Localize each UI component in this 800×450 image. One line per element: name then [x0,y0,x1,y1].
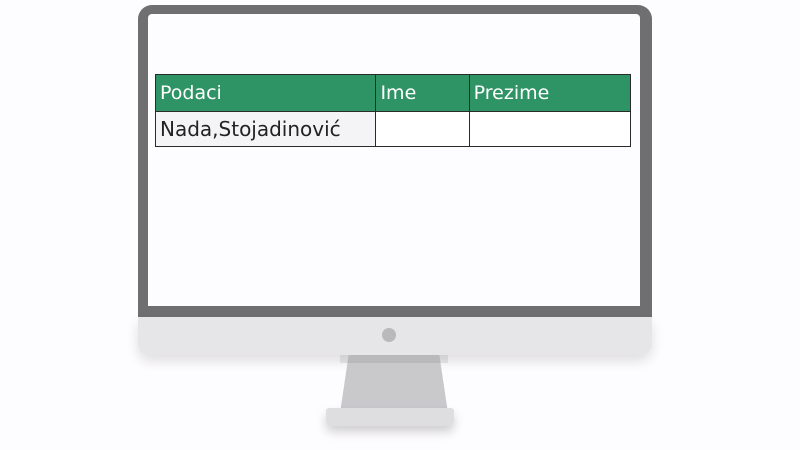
monitor-base [326,408,454,426]
cell-podaci[interactable]: Nada,Stojadinović [154,111,377,147]
monitor-screen [148,14,640,306]
cell-prezime[interactable] [468,111,632,147]
stand-shadow [340,355,448,363]
scene: Podaci Ime Prezime Nada,Stojadinović [0,0,800,450]
header-row: Podaci Ime Prezime [154,74,632,112]
spreadsheet-table: Podaci Ime Prezime Nada,Stojadinović [154,74,632,147]
header-cell-ime[interactable]: Ime [375,74,470,112]
table-row: Nada,Stojadinović [154,111,632,147]
header-cell-prezime[interactable]: Prezime [468,74,632,112]
monitor-stand [340,355,448,413]
cell-ime[interactable] [375,111,470,147]
power-button-icon [382,328,396,342]
header-cell-podaci[interactable]: Podaci [154,74,377,112]
